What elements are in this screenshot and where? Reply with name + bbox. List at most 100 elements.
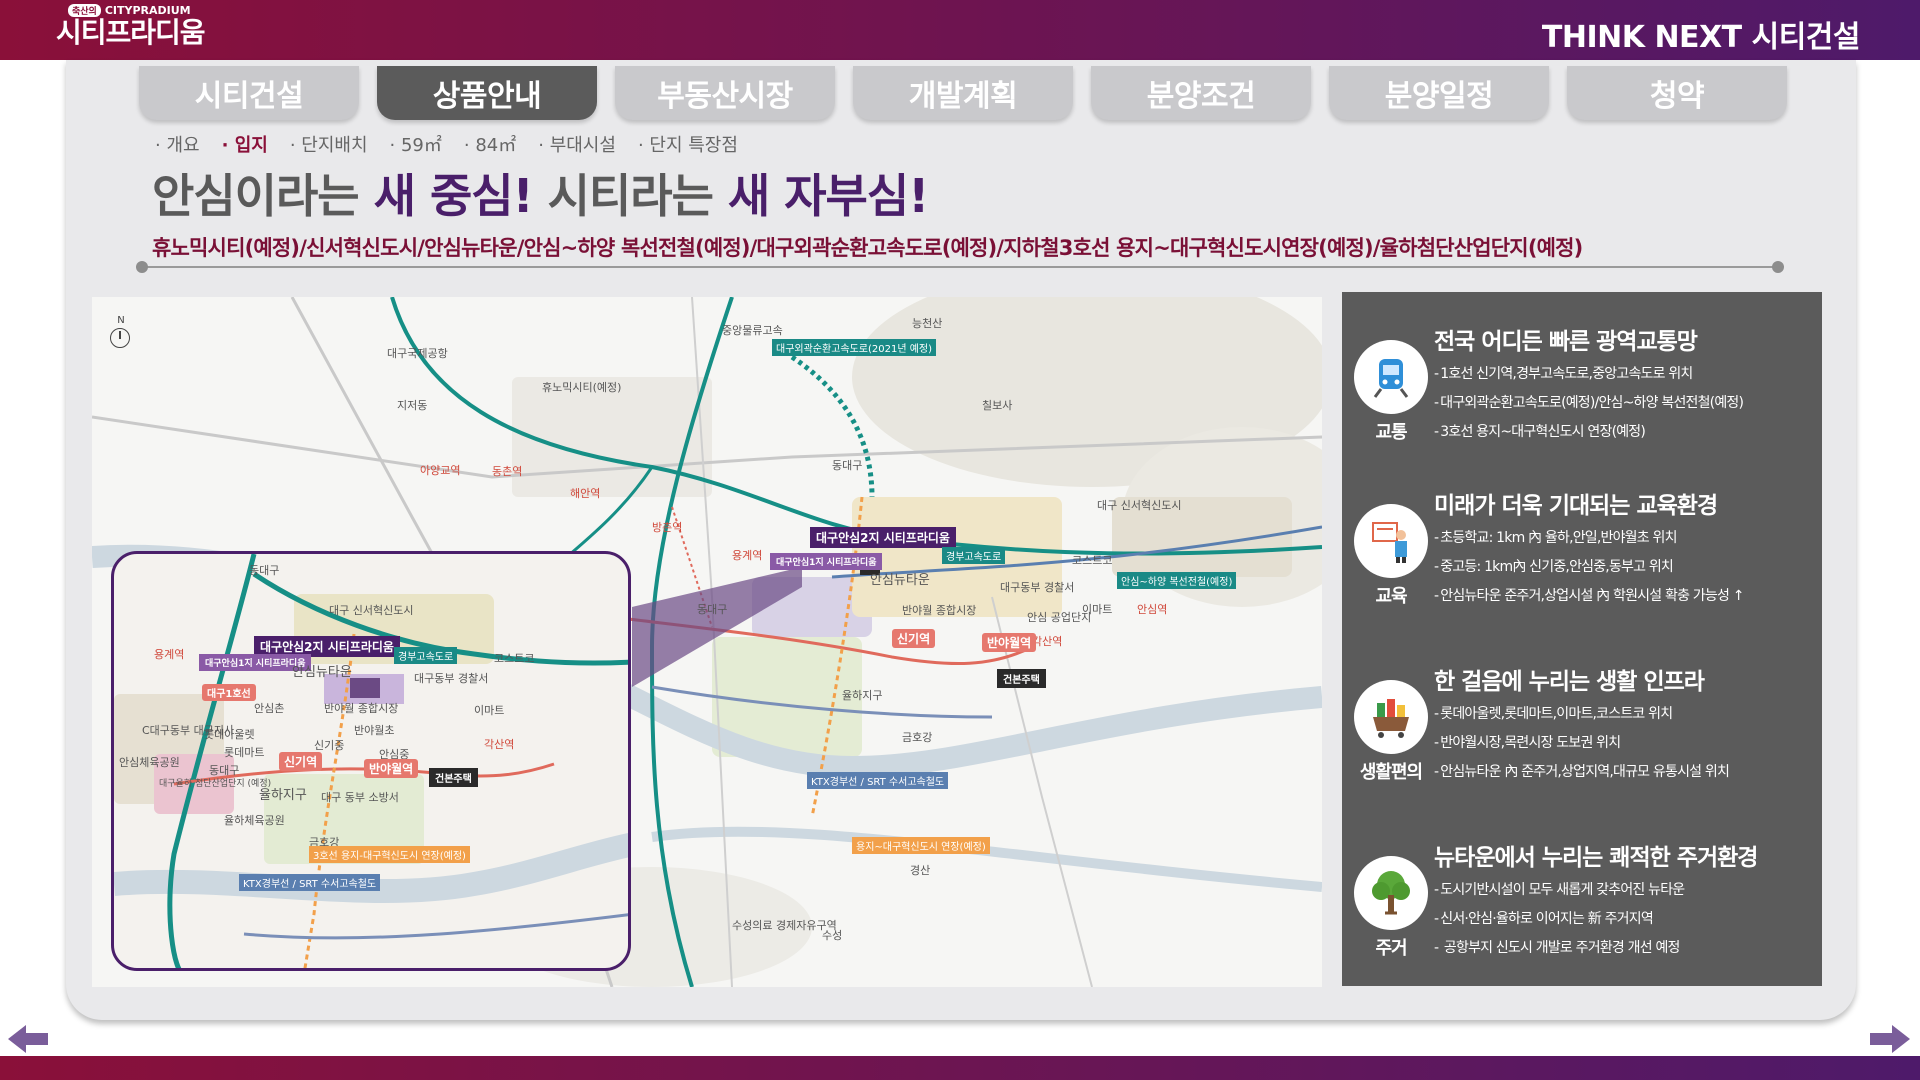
inset-map[interactable]: 동대구 대구 신서혁신도시 대구안심2지 시티프라디움 대구안심1지 시티프라디…	[111, 551, 631, 971]
inset-label: 안심체육공원	[119, 756, 180, 769]
map-label: 대구 신서혁신도시	[1097, 499, 1182, 512]
inset-label: 경부고속도로	[394, 647, 458, 664]
feature-label: 교육	[1375, 586, 1407, 607]
inset-label: 반야월역	[364, 759, 419, 778]
inset-model-house-pin[interactable]: 건본주택	[429, 768, 478, 787]
inset-label: 용계역	[154, 648, 185, 661]
map-label: 안심뉴타운	[870, 573, 930, 588]
map-label: 대구동부 경찰서	[1000, 581, 1075, 594]
feature-list: 1호선 신기역,경부고속도로,중앙고속도로 위치 대구외곽순환고속도로(예정)/…	[1434, 360, 1744, 447]
map-label: 수성	[822, 929, 843, 942]
compass: N	[110, 315, 132, 348]
inset-label: 동대구	[209, 764, 240, 777]
sub-nav: 개요 입지 단지배치 59㎡ 84㎡ 부대시설 단지 특장점	[155, 131, 738, 157]
subnav-location[interactable]: 입지	[222, 131, 268, 157]
map-label: 지저동	[397, 399, 428, 412]
inset-label: 대구동부 경찰서	[414, 672, 489, 685]
north-arrow-icon	[110, 328, 130, 348]
title-highlight-2: 새 자부심!	[727, 169, 929, 223]
tab-development-plan[interactable]: 개발계획	[853, 66, 1073, 120]
tab-subscription[interactable]: 청약	[1567, 66, 1787, 120]
map-label: 대구외곽순환고속도로(2021년 예정)	[772, 339, 937, 356]
map-label: 율하지구	[842, 689, 883, 702]
tab-product-info[interactable]: 상품안내	[377, 66, 597, 120]
complex-pin-sub[interactable]: 대구안심1지 시티프라디움	[770, 553, 883, 570]
feature-item: 3호선 용지~대구혁신도시 연장(예정)	[1434, 418, 1743, 447]
map-label: 아양교역	[420, 464, 461, 477]
divider	[136, 261, 1784, 273]
subnav-layout[interactable]: 단지배치	[290, 131, 367, 157]
feature-item: 롯데아울렛,롯데마트,이마트,코스트코 위치	[1434, 700, 1729, 729]
inset-label: 신기중	[314, 739, 345, 752]
location-map[interactable]: N 중앙물류고속 대구외곽순환고속도로(2021년 예정) 능천산 대구국제공항…	[92, 297, 1322, 987]
map-label: 동대구	[697, 603, 728, 616]
map-label: 경부고속도로	[942, 547, 1006, 564]
map-label: 안심역	[1137, 603, 1168, 616]
tab-sale-schedule[interactable]: 분양일정	[1329, 66, 1549, 120]
inset-label: 이마트	[474, 704, 505, 717]
inset-label: 코스트코	[494, 652, 535, 665]
feature-item: 초등학교: 1km 內 율하,안일,반야월초 위치	[1434, 524, 1744, 553]
map-label: 중앙물류고속	[722, 324, 783, 337]
complex-pin-main[interactable]: 대구안심2지 시티프라디움	[810, 527, 956, 548]
feature-list: 초등학교: 1km 內 율하,안일,반야월초 위치 중고등: 1km內 신기중,…	[1434, 524, 1744, 611]
page-title: 안심이라는 새 중심! 시티라는 새 자부심!	[152, 160, 929, 226]
map-label: 동촌역	[492, 465, 523, 478]
inset-label: 대구 동부 소방서	[321, 791, 399, 804]
map-label: 동대구	[832, 459, 863, 472]
feature-item: 1호선 신기역,경부고속도로,중앙고속도로 위치	[1434, 360, 1743, 389]
feature-item: 안심뉴타운 內 준주거,상업지역,대규모 유통시설 위치	[1434, 758, 1730, 787]
feature-label: 생활편의	[1359, 762, 1423, 783]
feature-item: 대구외곽순환고속도로(예정)/안심~하양 복선전철(예정)	[1434, 389, 1744, 418]
slogan: THINK NEXT 시티건설	[1541, 20, 1861, 55]
subnav-84[interactable]: 84㎡	[464, 131, 516, 157]
feature-item: 안심뉴타운 준주거,상업시설 內 학원시설 확충 가능성 ↑	[1434, 582, 1744, 611]
inset-label: 반야월 종합시장	[324, 702, 399, 715]
feature-transport: 교통 전국 어디든 빠른 광역교통망 1호선 신기역,경부고속도로,중앙고속도로…	[1354, 322, 1814, 462]
train-icon	[1354, 340, 1428, 414]
divider-dot-left	[136, 261, 148, 273]
inset-label: 반야월초	[354, 724, 395, 737]
tab-real-estate-market[interactable]: 부동산시장	[615, 66, 835, 120]
compass-label: N	[117, 315, 125, 326]
prev-page-arrow-icon[interactable]	[6, 1021, 50, 1057]
subnav-features[interactable]: 단지 특장점	[638, 131, 738, 157]
model-house-pin[interactable]: 건본주택	[997, 669, 1046, 688]
brand-logo[interactable]: 축산의 CITYPRADIUM 시티프라디움	[56, 4, 206, 49]
map-label: 휴노믹시티(예정)	[542, 381, 622, 394]
feature-panel: 교통 전국 어디든 빠른 광역교통망 1호선 신기역,경부고속도로,중앙고속도로…	[1342, 292, 1822, 986]
teacher-icon	[1354, 504, 1428, 578]
feature-list: 도시기반시설이 모두 새롭게 갖추어진 뉴타운 신서·안심·율하로 이어지는 新…	[1434, 876, 1685, 963]
feature-list: 롯데아울렛,롯데마트,이마트,코스트코 위치 반야월시장,목련시장 도보권 위치…	[1434, 700, 1730, 787]
inset-label: 안심뉴타운	[292, 665, 352, 680]
subnav-overview[interactable]: 개요	[155, 131, 199, 157]
inset-label: 동대구	[249, 564, 280, 577]
main-tabs: 시티건설 상품안내 부동산시장 개발계획 분양조건 분양일정 청약	[139, 66, 1787, 120]
map-label: 안심 공업단지	[1027, 611, 1092, 624]
map-label: 반야월역	[982, 633, 1037, 652]
page-subtitle: 휴노믹시티(예정)/신서혁신도시/안심뉴타운/안심~하양 복선전철(예정)/대구…	[152, 236, 1583, 260]
map-label: 용지~대구혁신도시 연장(예정)	[852, 837, 990, 854]
title-part2: 시티라는	[532, 169, 728, 223]
inset-label: 율하체육공원	[224, 814, 285, 827]
map-label: 수성의료 경제자유구역	[732, 919, 837, 932]
divider-dot-right	[1772, 261, 1784, 273]
bottom-bar	[0, 1056, 1920, 1080]
map-label: 금호강	[902, 731, 933, 744]
title-part1: 안심이라는	[152, 169, 374, 223]
subnav-facilities[interactable]: 부대시설	[538, 131, 616, 157]
inset-label: KTX경부선 / SRT 수서고속철도	[239, 874, 381, 891]
map-label: 안심~하양 복선전철(예정)	[1117, 572, 1237, 589]
inset-label: 신기역	[279, 752, 323, 771]
tab-city-construction[interactable]: 시티건설	[139, 66, 359, 120]
tab-sale-conditions[interactable]: 분양조건	[1091, 66, 1311, 120]
subnav-59[interactable]: 59㎡	[390, 131, 442, 157]
feature-item: 반야월시장,목련시장 도보권 위치	[1434, 729, 1729, 758]
feature-residence: 주거 뉴타운에서 누리는 쾌적한 주거환경 도시기반시설이 모두 새롭게 갖추어…	[1354, 838, 1814, 978]
top-header: 축산의 CITYPRADIUM 시티프라디움 THINK NEXT 시티건설	[0, 0, 1920, 60]
inset-label: 대구1호선	[202, 684, 256, 701]
map-label: 해안역	[570, 487, 601, 500]
next-page-arrow-icon[interactable]	[1868, 1021, 1912, 1057]
feature-title: 한 걸음에 누리는 생활 인프라	[1434, 669, 1705, 695]
feature-item: 신서·안심·율하로 이어지는 新 주거지역	[1434, 905, 1684, 934]
